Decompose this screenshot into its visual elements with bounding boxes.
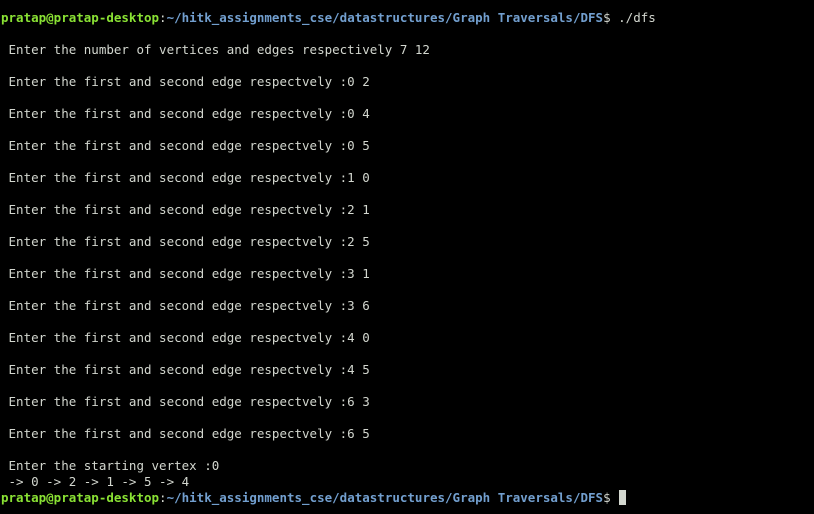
prompt-colon: : — [159, 490, 167, 505]
vertices-edges-prompt: Enter the number of vertices and edges r… — [1, 42, 430, 57]
edge-prompt-line: Enter the first and second edge respectv… — [1, 170, 370, 185]
starting-vertex-prompt: Enter the starting vertex :0 — [1, 458, 220, 473]
prompt-path: ~/hitk_assignments_cse/datastructures/Gr… — [166, 10, 604, 25]
prompt-user-host: pratap@pratap-desktop — [1, 10, 160, 25]
command-text: ./dfs — [618, 10, 656, 25]
edge-prompt-line: Enter the first and second edge respectv… — [1, 330, 370, 345]
edge-prompt-line: Enter the first and second edge respectv… — [1, 394, 370, 409]
edge-prompt-line: Enter the first and second edge respectv… — [1, 266, 370, 281]
prompt-user-host: pratap@pratap-desktop — [1, 490, 160, 505]
edge-prompt-line: Enter the first and second edge respectv… — [1, 234, 370, 249]
edge-prompt-line: Enter the first and second edge respectv… — [1, 138, 370, 153]
prompt-symbol: $ — [603, 490, 619, 505]
prompt-symbol: $ — [603, 10, 619, 25]
edge-prompt-line: Enter the first and second edge respectv… — [1, 298, 370, 313]
edge-prompt-line: Enter the first and second edge respectv… — [1, 362, 370, 377]
text-cursor — [619, 490, 627, 505]
prompt-path: ~/hitk_assignments_cse/datastructures/Gr… — [166, 490, 604, 505]
traversal-result: -> 0 -> 2 -> 1 -> 5 -> 4 — [1, 474, 190, 489]
prompt-colon: : — [159, 10, 167, 25]
edge-prompt-line: Enter the first and second edge respectv… — [1, 106, 370, 121]
prompt-line-1: pratap@pratap-desktop:~/hitk_assignments… — [1, 10, 656, 26]
terminal-window[interactable]: pratap@pratap-desktop:~/hitk_assignments… — [0, 0, 814, 514]
prompt-line-2[interactable]: pratap@pratap-desktop:~/hitk_assignments… — [1, 490, 627, 506]
edge-prompt-line: Enter the first and second edge respectv… — [1, 426, 370, 441]
edge-prompt-line: Enter the first and second edge respectv… — [1, 202, 370, 217]
edge-prompt-line: Enter the first and second edge respectv… — [1, 74, 370, 89]
